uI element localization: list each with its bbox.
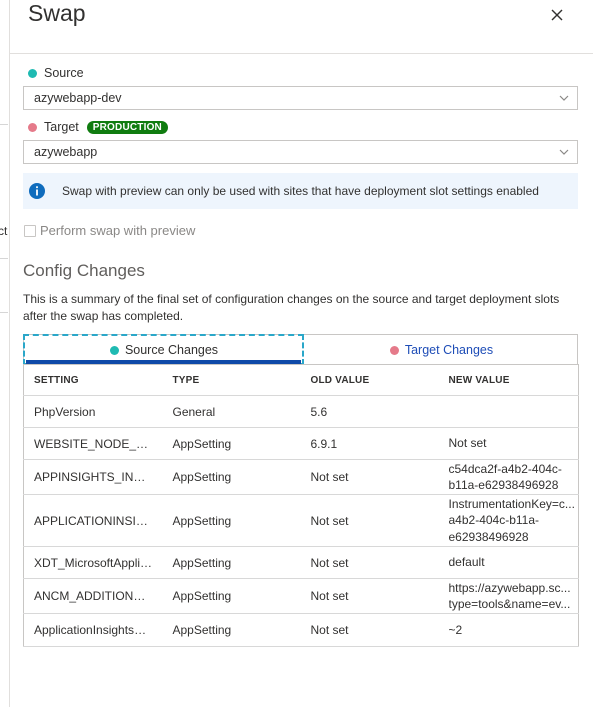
- table-row[interactable]: WEBSITE_NODE_DEFAULT_VERSION AppSetting …: [23, 427, 579, 460]
- type-cell: General: [162, 395, 301, 428]
- background-clipped-text: ct: [0, 224, 8, 238]
- background-page: ct: [0, 0, 10, 707]
- tab-source-changes[interactable]: Source Changes: [23, 334, 304, 365]
- setting-cell: APPINSIGHTS_INSTRUMENTATIONKEY: [23, 459, 163, 495]
- new-value-cell: c54dca2f-a4b2-404c- b11a-e62938496928: [438, 459, 579, 495]
- setting-cell: ANCM_ADDITIONAL_ERROR_PAGE_LINK: [23, 578, 163, 614]
- source-label: Source: [44, 66, 84, 80]
- type-cell: AppSetting: [162, 427, 301, 460]
- old-value-cell: Not set: [300, 459, 439, 495]
- target-dot-icon: [28, 122, 37, 132]
- chevron-down-icon: [559, 149, 569, 155]
- close-button[interactable]: [547, 5, 567, 25]
- tab-target-changes-label: Target Changes: [404, 343, 494, 357]
- old-value-cell: 6.9.1: [300, 427, 439, 460]
- info-banner: Swap with preview can only be used with …: [23, 173, 578, 209]
- new-value-cell: ~2: [438, 613, 579, 647]
- setting-cell: XDT_MicrosoftApplicationInsights_Mode: [23, 546, 163, 579]
- old-value-cell: Not set: [300, 613, 439, 647]
- new-value-cell: Not set: [438, 427, 579, 460]
- column-header-old-value[interactable]: OLD VALUE: [300, 364, 439, 396]
- info-icon: [29, 183, 45, 199]
- target-dot-icon: [389, 345, 399, 355]
- table-row[interactable]: ANCM_ADDITIONAL_ERROR_PAGE_LINK AppSetti…: [23, 578, 579, 614]
- target-slot-value: azywebapp: [34, 145, 98, 159]
- target-label-row: Target PRODUCTION: [28, 120, 168, 134]
- target-label: Target: [44, 120, 79, 134]
- table-row[interactable]: APPLICATIONINSIGHTS_CONNECTION_STRING Ap…: [23, 494, 579, 547]
- background-divider: [0, 312, 8, 313]
- setting-cell: WEBSITE_NODE_DEFAULT_VERSION: [23, 427, 163, 460]
- background-divider: [0, 124, 8, 125]
- page-title: Swap: [28, 0, 86, 26]
- blade-header: Swap: [10, 0, 593, 54]
- table-row[interactable]: ApplicationInsightsAgent_EXTENSION_VERSI…: [23, 613, 579, 647]
- source-slot-dropdown[interactable]: azywebapp-dev: [23, 86, 578, 110]
- type-cell: AppSetting: [162, 494, 301, 547]
- column-header-new-value[interactable]: NEW VALUE: [438, 364, 579, 396]
- table-row[interactable]: XDT_MicrosoftApplicationInsights_Mode Ap…: [23, 546, 579, 579]
- new-value-cell: default: [438, 546, 579, 579]
- setting-cell: ApplicationInsightsAgent_EXTENSION_VERSI…: [23, 613, 163, 647]
- swap-preview-checkbox[interactable]: [24, 224, 36, 237]
- changes-tabs: Source Changes Target Changes: [23, 334, 579, 365]
- tab-target-changes[interactable]: Target Changes: [304, 335, 579, 365]
- new-value-cell: InstrumentationKey=c... a4b2-404c-b11a- …: [438, 494, 579, 547]
- column-header-type[interactable]: TYPE: [162, 364, 301, 396]
- new-value-line: c54dca2f-a4b2-404c-: [448, 461, 562, 476]
- table-row[interactable]: APPINSIGHTS_INSTRUMENTATIONKEY AppSettin…: [23, 459, 579, 495]
- swap-preview-label: Perform swap with preview: [40, 223, 196, 238]
- type-cell: AppSetting: [162, 578, 301, 614]
- config-changes-table: SETTING TYPE OLD VALUE NEW VALUE PhpVers…: [23, 364, 579, 647]
- column-header-setting[interactable]: SETTING: [23, 364, 163, 396]
- info-message: Swap with preview can only be used with …: [62, 184, 539, 198]
- old-value-cell: Not set: [300, 494, 439, 547]
- new-value-line: default: [448, 555, 485, 570]
- table-header-row: SETTING TYPE OLD VALUE NEW VALUE: [23, 364, 579, 396]
- new-value-line: ~2: [448, 622, 463, 637]
- chevron-down-icon: [559, 95, 569, 101]
- old-value-cell: 5.6: [300, 395, 439, 428]
- old-value-cell: Not set: [300, 578, 439, 614]
- new-value-line: b11a-e62938496928: [448, 478, 559, 492]
- new-value-line: a4b2-404c-b11a-: [448, 513, 540, 528]
- new-value-cell: https://azywebapp.sc... type=tools&name=…: [438, 578, 579, 614]
- swap-preview-option[interactable]: Perform swap with preview: [24, 223, 195, 238]
- new-value-line: https://azywebapp.sc...: [448, 580, 571, 595]
- new-value-line: Not set: [448, 436, 487, 451]
- swap-blade: Swap Source azywebapp-dev Target PRODUCT…: [10, 0, 593, 707]
- background-divider: [0, 258, 8, 259]
- old-value-cell: Not set: [300, 546, 439, 579]
- production-badge: PRODUCTION: [86, 120, 168, 134]
- new-value-line: e62938496928: [448, 529, 529, 544]
- new-value-line: type=tools&name=ev...: [448, 597, 571, 611]
- type-cell: AppSetting: [162, 459, 301, 495]
- close-icon: [551, 9, 563, 21]
- table-row[interactable]: PhpVersion General 5.6: [23, 395, 579, 428]
- setting-cell: PhpVersion: [23, 395, 163, 428]
- new-value-cell: [438, 395, 579, 428]
- source-dot-icon: [28, 68, 37, 78]
- source-slot-value: azywebapp-dev: [34, 91, 122, 105]
- config-summary: This is a summary of the final set of co…: [23, 292, 560, 323]
- target-slot-dropdown[interactable]: azywebapp: [23, 140, 578, 164]
- source-label-row: Source: [28, 66, 84, 80]
- new-value-line: InstrumentationKey=c...: [448, 496, 575, 511]
- type-cell: AppSetting: [162, 613, 301, 647]
- config-changes-title: Config Changes: [23, 261, 145, 280]
- setting-cell: APPLICATIONINSIGHTS_CONNECTION_STRING: [23, 494, 163, 547]
- type-cell: AppSetting: [162, 546, 301, 579]
